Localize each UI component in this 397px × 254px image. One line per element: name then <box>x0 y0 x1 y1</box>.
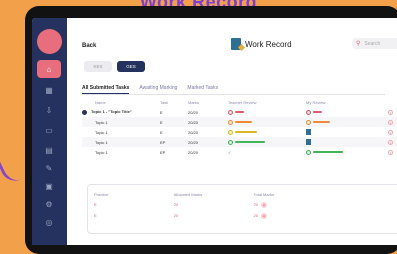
app-screen: ⌂ ▦ ⇩ ▭ ▤ ✎ ▣ ⚙ ◎ Back Work Record ⚲ KES… <box>32 18 397 245</box>
smile-face-icon <box>228 129 233 135</box>
tab-all-submitted[interactable]: All Submitted Tasks <box>82 85 130 94</box>
task-tabs: All Submitted Tasks Awaiting Marking Mar… <box>82 85 218 94</box>
page-title: Work Record <box>245 39 292 49</box>
close-icon[interactable]: × <box>388 109 393 115</box>
settings-icon[interactable]: ⚙ <box>39 196 59 212</box>
home-icon[interactable]: ⌂ <box>37 60 61 78</box>
info-badge-icon[interactable]: ● <box>260 201 267 208</box>
tab-marked-tasks[interactable]: Marked Tasks <box>187 85 218 94</box>
task-code: EP <box>160 137 188 147</box>
clipboard-icon[interactable]: ▣ <box>39 178 59 194</box>
close-icon[interactable]: × <box>388 119 393 125</box>
summary-row: E 20 20 ● <box>88 199 397 210</box>
check-icon: ✓ <box>228 149 232 155</box>
header-name: Name <box>95 100 106 105</box>
summary-panel: Practice Allocated Marks Total Marks E 2… <box>87 184 397 234</box>
calendar-icon[interactable]: ▦ <box>39 82 59 98</box>
task-name: Topic 1 <box>95 149 108 155</box>
avatar[interactable] <box>37 29 62 54</box>
header-teacher-review: Teacher Review <box>228 100 257 105</box>
summary-header-practice: Practice <box>94 191 109 197</box>
summary-total: 20 <box>253 201 258 207</box>
table-row[interactable]: Topic 1 E 20/20 × <box>82 127 397 137</box>
download-icon[interactable]: ⇩ <box>39 102 59 118</box>
tasks-table: Name Task Marks Teacher Review My Review… <box>82 98 397 157</box>
header-marks: Marks <box>188 100 199 105</box>
task-code: EP <box>160 149 166 155</box>
happy-face-icon <box>228 139 233 145</box>
my-review-bar <box>313 121 330 124</box>
task-marks: 20/20 <box>188 109 199 115</box>
neutral-face-icon <box>228 119 233 125</box>
edit-icon[interactable] <box>306 129 311 135</box>
header-task: Task <box>160 100 169 105</box>
summary-header-allocated: Allocated Marks <box>173 191 203 197</box>
close-icon[interactable]: × <box>388 129 393 135</box>
happy-face-icon <box>306 149 311 155</box>
back-button[interactable]: Back <box>82 43 96 49</box>
task-name: Topic 1 <box>95 129 108 135</box>
sad-face-icon <box>228 109 233 115</box>
teacher-review-bar <box>235 141 265 144</box>
summary-practice: E <box>94 213 97 218</box>
edit-icon[interactable] <box>306 139 311 145</box>
tab-awaiting-marking[interactable]: Awaiting Marking <box>139 85 177 94</box>
task-code: E <box>160 129 163 135</box>
table-row[interactable]: Topic 1 E 20/20 × <box>82 117 397 127</box>
table-row[interactable]: Topic 1 EP 20/20 ✓ × <box>82 147 397 157</box>
sad-face-icon <box>306 109 311 115</box>
sidebar: ⌂ ▦ ⇩ ▭ ▤ ✎ ▣ ⚙ ◎ <box>32 18 67 245</box>
page-header: Work Record <box>231 38 292 50</box>
profile-icon[interactable]: ◎ <box>39 214 59 230</box>
book-icon[interactable]: ▭ <box>39 122 59 138</box>
summary-header-total: Total Marks <box>253 191 274 197</box>
task-name: Topic 1 <box>82 117 160 127</box>
teacher-review-bar <box>235 111 244 114</box>
segment-ges[interactable]: GES <box>117 61 145 72</box>
task-code: E <box>160 109 163 115</box>
close-icon[interactable]: × <box>388 149 393 155</box>
close-icon[interactable]: × <box>388 139 393 145</box>
task-marks: 20/20 <box>188 149 199 155</box>
task-marks: 20/20 <box>188 137 228 147</box>
summary-allocated: 20 <box>173 213 179 218</box>
teacher-review-bar <box>235 121 252 124</box>
my-review-bar <box>313 111 322 114</box>
summary-allocated: 20 <box>173 202 179 207</box>
summary-total: 20 <box>253 212 258 218</box>
search-input[interactable] <box>364 40 397 47</box>
document-icon[interactable]: ▤ <box>39 142 59 158</box>
main-content: Back Work Record ⚲ KES GES ⛉ All Submitt… <box>67 18 397 245</box>
table-row[interactable]: Topic 1 EP 20/20 × <box>82 137 397 147</box>
table-row[interactable]: Topic 1 - "Topic Title" E 20/20 × <box>82 107 397 117</box>
task-name: Topic 1 - "Topic Title" <box>91 109 132 115</box>
neutral-face-icon <box>306 119 311 125</box>
task-code: E <box>160 117 188 127</box>
decorative-arrow <box>0 148 22 186</box>
my-review-bar <box>313 151 343 154</box>
task-marks: 20/20 <box>188 117 228 127</box>
segment-kes[interactable]: KES <box>84 61 112 72</box>
work-record-icon <box>231 38 241 50</box>
summary-practice: E <box>94 202 97 207</box>
header-my-review: My Review <box>306 100 326 105</box>
search-box[interactable]: ⚲ <box>352 38 397 49</box>
task-name: Topic 1 <box>82 137 160 147</box>
pencil-icon[interactable]: ✎ <box>39 160 59 176</box>
search-icon: ⚲ <box>356 41 361 47</box>
task-marks: 20/20 <box>188 129 199 135</box>
row-indicator <box>82 109 87 115</box>
summary-table: Practice Allocated Marks Total Marks E 2… <box>88 189 397 221</box>
summary-row: E 20 20 ● <box>88 210 397 221</box>
teacher-review-bar <box>235 131 257 134</box>
info-badge-icon[interactable]: ● <box>260 212 267 219</box>
tab-divider <box>82 94 385 95</box>
